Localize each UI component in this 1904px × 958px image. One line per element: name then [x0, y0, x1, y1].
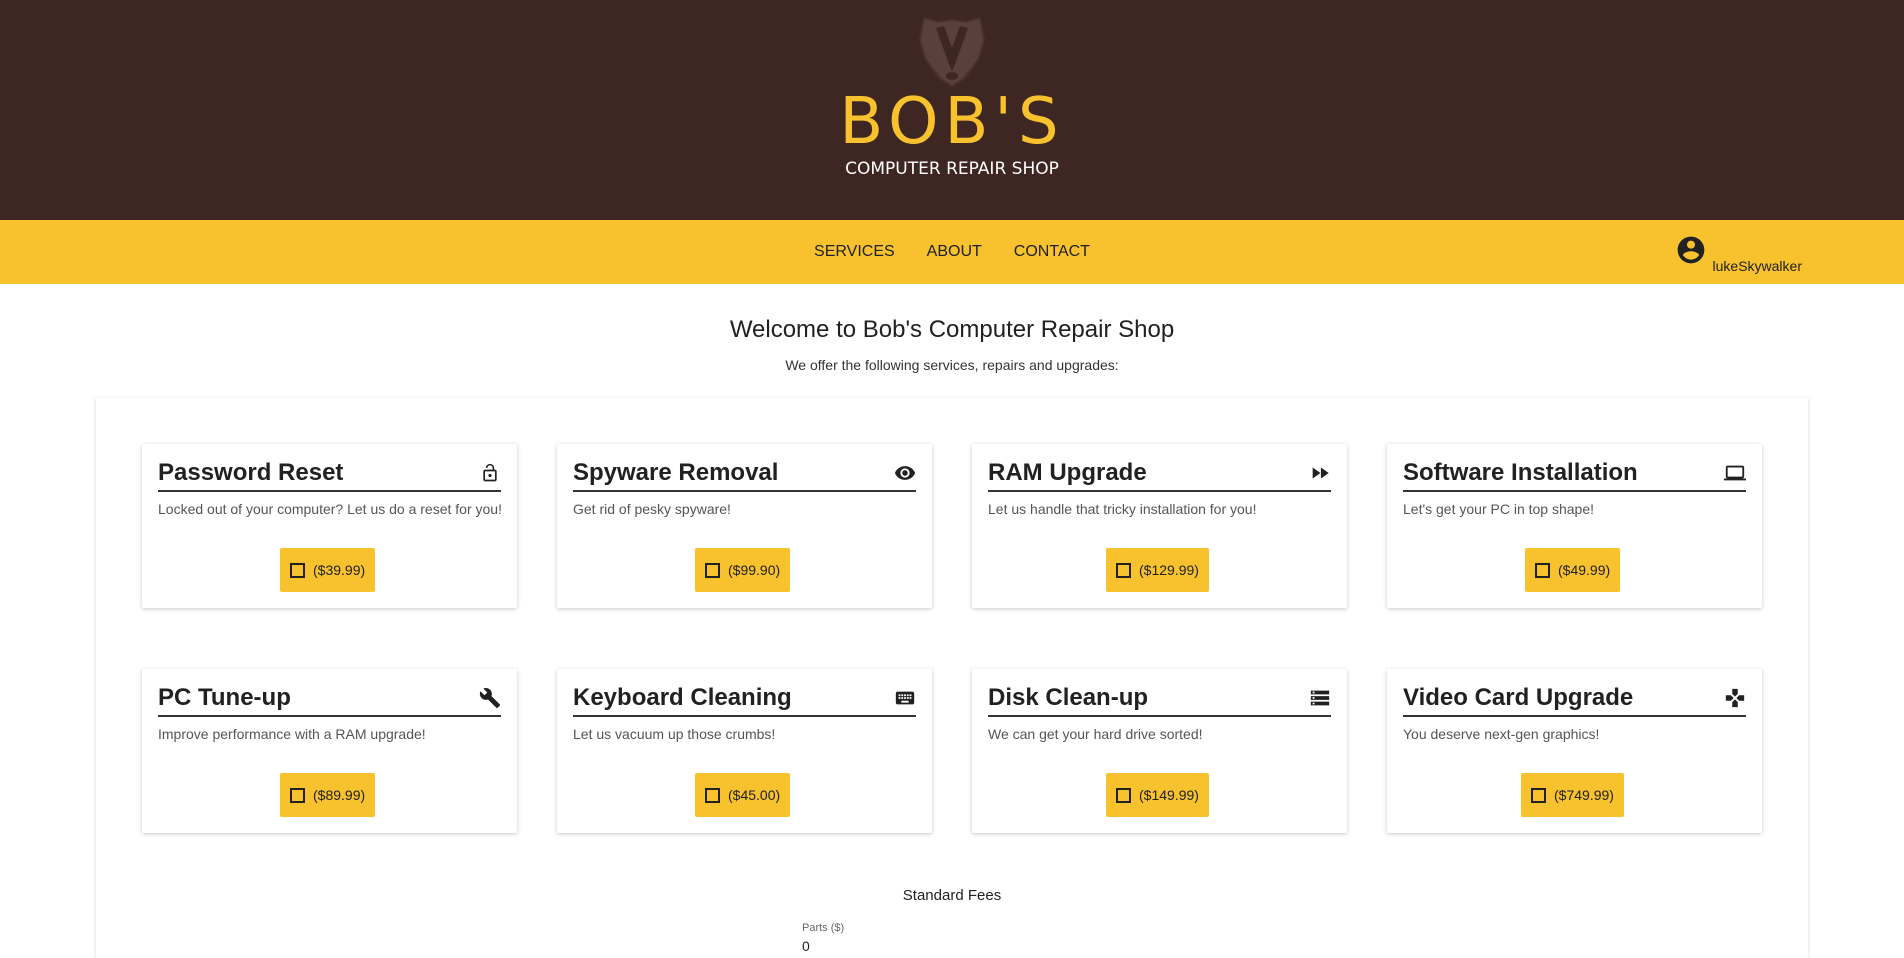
add-service-button[interactable]: ($129.99) — [1106, 548, 1209, 592]
brand-name: BOB'S — [839, 85, 1065, 159]
card-description: Let us vacuum up those crumbs! — [573, 726, 776, 742]
add-service-button[interactable]: ($749.99) — [1521, 773, 1624, 817]
price-label: ($49.99) — [1558, 562, 1611, 578]
card-title: PC Tune-up — [158, 684, 291, 711]
service-card-spyware-removal: Spyware Removal Get rid of pesky spyware… — [557, 444, 932, 608]
price-label: ($45.00) — [728, 787, 781, 803]
nav-services-link[interactable]: SERVICES — [798, 220, 911, 284]
account-circle-icon — [1677, 236, 1704, 264]
card-header: RAM Upgrade — [988, 456, 1331, 492]
username-label: lukeSkywalker — [1712, 258, 1802, 274]
lock-open-icon — [479, 462, 501, 484]
service-checkbox[interactable] — [290, 787, 305, 803]
card-header: Keyboard Cleaning — [573, 681, 916, 717]
nav-links: SERVICES ABOUT CONTACT — [0, 220, 1904, 284]
eye-icon — [894, 462, 916, 484]
main-navbar: SERVICES ABOUT CONTACT lukeSkywalker — [0, 220, 1904, 284]
card-description: Locked out of your computer? Let us do a… — [158, 501, 502, 517]
card-title: Disk Clean-up — [988, 684, 1149, 711]
page-title: Welcome to Bob's Computer Repair Shop — [729, 316, 1175, 343]
service-card-video-card-upgrade: Video Card Upgrade You deserve next-gen … — [1387, 669, 1762, 833]
card-description: You deserve next-gen graphics! — [1403, 726, 1600, 742]
gamepad-icon — [1724, 687, 1746, 709]
card-header: Video Card Upgrade — [1403, 681, 1746, 717]
page-subtitle: We offer the following services, repairs… — [785, 357, 1119, 373]
site-header: BOB'S COMPUTER REPAIR SHOP — [0, 0, 1904, 220]
add-service-button[interactable]: ($39.99) — [280, 548, 376, 592]
card-description: Let's get your PC in top shape! — [1403, 501, 1595, 517]
brand-tagline: COMPUTER REPAIR SHOP — [845, 159, 1059, 179]
service-checkbox[interactable] — [1535, 562, 1550, 578]
wrench-icon — [479, 687, 501, 709]
add-service-button[interactable]: ($45.00) — [695, 773, 791, 817]
service-checkbox[interactable] — [705, 787, 720, 803]
service-checkbox[interactable] — [1116, 787, 1131, 803]
price-label: ($129.99) — [1139, 562, 1199, 578]
add-service-button[interactable]: ($49.99) — [1525, 548, 1621, 592]
card-description: We can get your hard drive sorted! — [988, 726, 1203, 742]
card-header: Software Installation — [1403, 456, 1746, 492]
price-label: ($149.99) — [1139, 787, 1199, 803]
badger-head-icon — [918, 16, 986, 88]
storage-icon — [1309, 687, 1331, 709]
service-card-pc-tune-up: PC Tune-up Improve performance with a RA… — [142, 669, 517, 833]
card-header: PC Tune-up — [158, 681, 501, 717]
price-label: ($749.99) — [1554, 787, 1614, 803]
price-label: ($39.99) — [313, 562, 366, 578]
service-card-password-reset: Password Reset Locked out of your comput… — [142, 444, 517, 608]
card-description: Let us handle that tricky installation f… — [988, 501, 1257, 517]
card-title: RAM Upgrade — [988, 459, 1147, 486]
parts-field-label: Parts ($) — [802, 922, 845, 934]
service-card-ram-upgrade: RAM Upgrade Let us handle that tricky in… — [972, 444, 1347, 608]
card-header: Password Reset — [158, 456, 501, 492]
nav-about-link[interactable]: ABOUT — [911, 220, 998, 284]
service-checkbox[interactable] — [1531, 787, 1546, 803]
fast-forward-icon — [1309, 462, 1331, 484]
user-menu[interactable]: lukeSkywalker — [1675, 234, 1802, 274]
card-description: Improve performance with a RAM upgrade! — [158, 726, 426, 742]
price-label: ($89.99) — [313, 787, 366, 803]
price-label: ($99.90) — [728, 562, 781, 578]
add-service-button[interactable]: ($149.99) — [1106, 773, 1209, 817]
add-service-button[interactable]: ($89.99) — [280, 773, 376, 817]
card-description: Get rid of pesky spyware! — [573, 501, 731, 517]
card-header: Spyware Removal — [573, 456, 916, 492]
service-checkbox[interactable] — [705, 562, 720, 578]
laptop-icon — [1724, 462, 1746, 484]
service-card-software-installation: Software Installation Let's get your PC … — [1387, 444, 1762, 608]
card-title: Software Installation — [1403, 459, 1638, 486]
card-title: Video Card Upgrade — [1403, 684, 1634, 711]
card-header: Disk Clean-up — [988, 681, 1331, 717]
service-card-disk-clean-up: Disk Clean-up We can get your hard drive… — [972, 669, 1347, 833]
service-card-keyboard-cleaning: Keyboard Cleaning Let us vacuum up those… — [557, 669, 932, 833]
parts-input[interactable]: 0 — [802, 937, 810, 955]
service-checkbox[interactable] — [1116, 562, 1131, 578]
card-title: Spyware Removal — [573, 459, 779, 486]
card-title: Keyboard Cleaning — [573, 684, 792, 711]
keyboard-icon — [894, 687, 916, 709]
add-service-button[interactable]: ($99.90) — [695, 548, 791, 592]
service-checkbox[interactable] — [290, 562, 305, 578]
standard-fees-title: Standard Fees — [902, 887, 1002, 904]
nav-contact-link[interactable]: CONTACT — [998, 220, 1106, 284]
card-title: Password Reset — [158, 459, 344, 486]
